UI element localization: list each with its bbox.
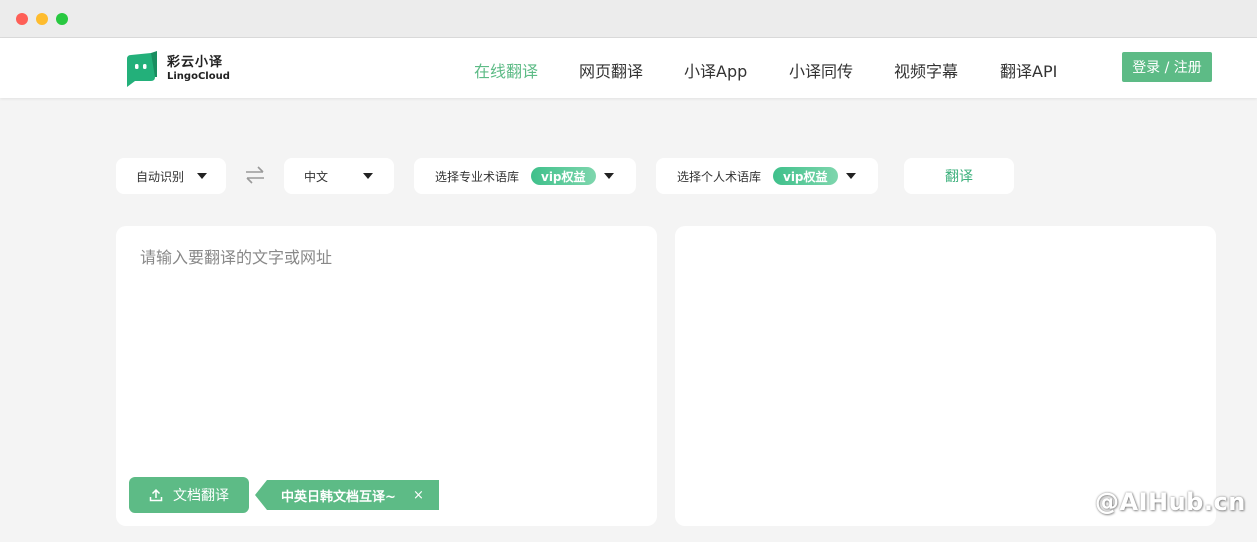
vip-badge: vip权益	[531, 167, 596, 185]
minimize-window-icon[interactable]	[36, 13, 48, 25]
close-window-icon[interactable]	[16, 13, 28, 25]
chevron-down-icon	[363, 173, 373, 179]
document-translate-label: 文档翻译	[173, 488, 229, 504]
nav-item-online-translate[interactable]: 在线翻译	[474, 58, 538, 82]
login-register-button[interactable]: 登录 / 注册	[1122, 52, 1212, 82]
personal-glossary-label: 选择个人术语库	[677, 169, 762, 184]
translate-button[interactable]: 翻译	[904, 158, 1014, 194]
vip-badge: vip权益	[773, 167, 838, 185]
pro-glossary-label: 选择专业术语库	[435, 169, 520, 184]
chevron-down-icon	[846, 173, 856, 179]
source-panel: 文档翻译 中英日韩文档互译~ ×	[116, 226, 657, 526]
nav-item-app[interactable]: 小译App	[684, 58, 747, 82]
top-nav: 彩云小译 LingoCloud 在线翻译 网页翻译 小译App 小译同传 视频字…	[0, 38, 1257, 98]
chevron-down-icon	[197, 173, 207, 179]
source-language-value: 自动识别	[136, 169, 185, 184]
promo-text: 中英日韩文档互译~	[281, 489, 396, 505]
nav-item-api[interactable]: 翻译API	[1000, 58, 1057, 82]
brand-name-cn: 彩云小译	[167, 55, 224, 71]
chevron-down-icon	[604, 173, 614, 179]
chat-bubble-logo-icon	[125, 51, 159, 87]
pro-glossary-select[interactable]: 选择专业术语库 vip权益	[414, 158, 636, 194]
target-panel	[675, 226, 1216, 526]
source-text-input[interactable]	[140, 244, 630, 464]
maximize-window-icon[interactable]	[56, 13, 68, 25]
source-language-select[interactable]: 自动识别	[116, 158, 226, 194]
brand-name-en: LingoCloud	[167, 70, 230, 82]
target-language-select[interactable]: 中文	[284, 158, 394, 194]
nav-item-web-translate[interactable]: 网页翻译	[579, 58, 643, 82]
nav-item-video-subtitle[interactable]: 视频字幕	[894, 58, 958, 82]
upload-icon	[149, 488, 163, 502]
document-translate-button[interactable]: 文档翻译	[129, 477, 249, 513]
promo-tag: 中英日韩文档互译~ ×	[255, 480, 439, 510]
brand-logo[interactable]: 彩云小译 LingoCloud	[125, 50, 230, 88]
close-icon[interactable]: ×	[413, 480, 424, 510]
personal-glossary-select[interactable]: 选择个人术语库 vip权益	[656, 158, 878, 194]
watermark-text: @AIHub.cn	[1095, 488, 1246, 516]
nav-item-simultaneous[interactable]: 小译同传	[789, 58, 853, 82]
target-language-value: 中文	[304, 169, 329, 184]
window-titlebar	[0, 0, 1257, 38]
swap-arrows-icon[interactable]	[245, 166, 265, 184]
